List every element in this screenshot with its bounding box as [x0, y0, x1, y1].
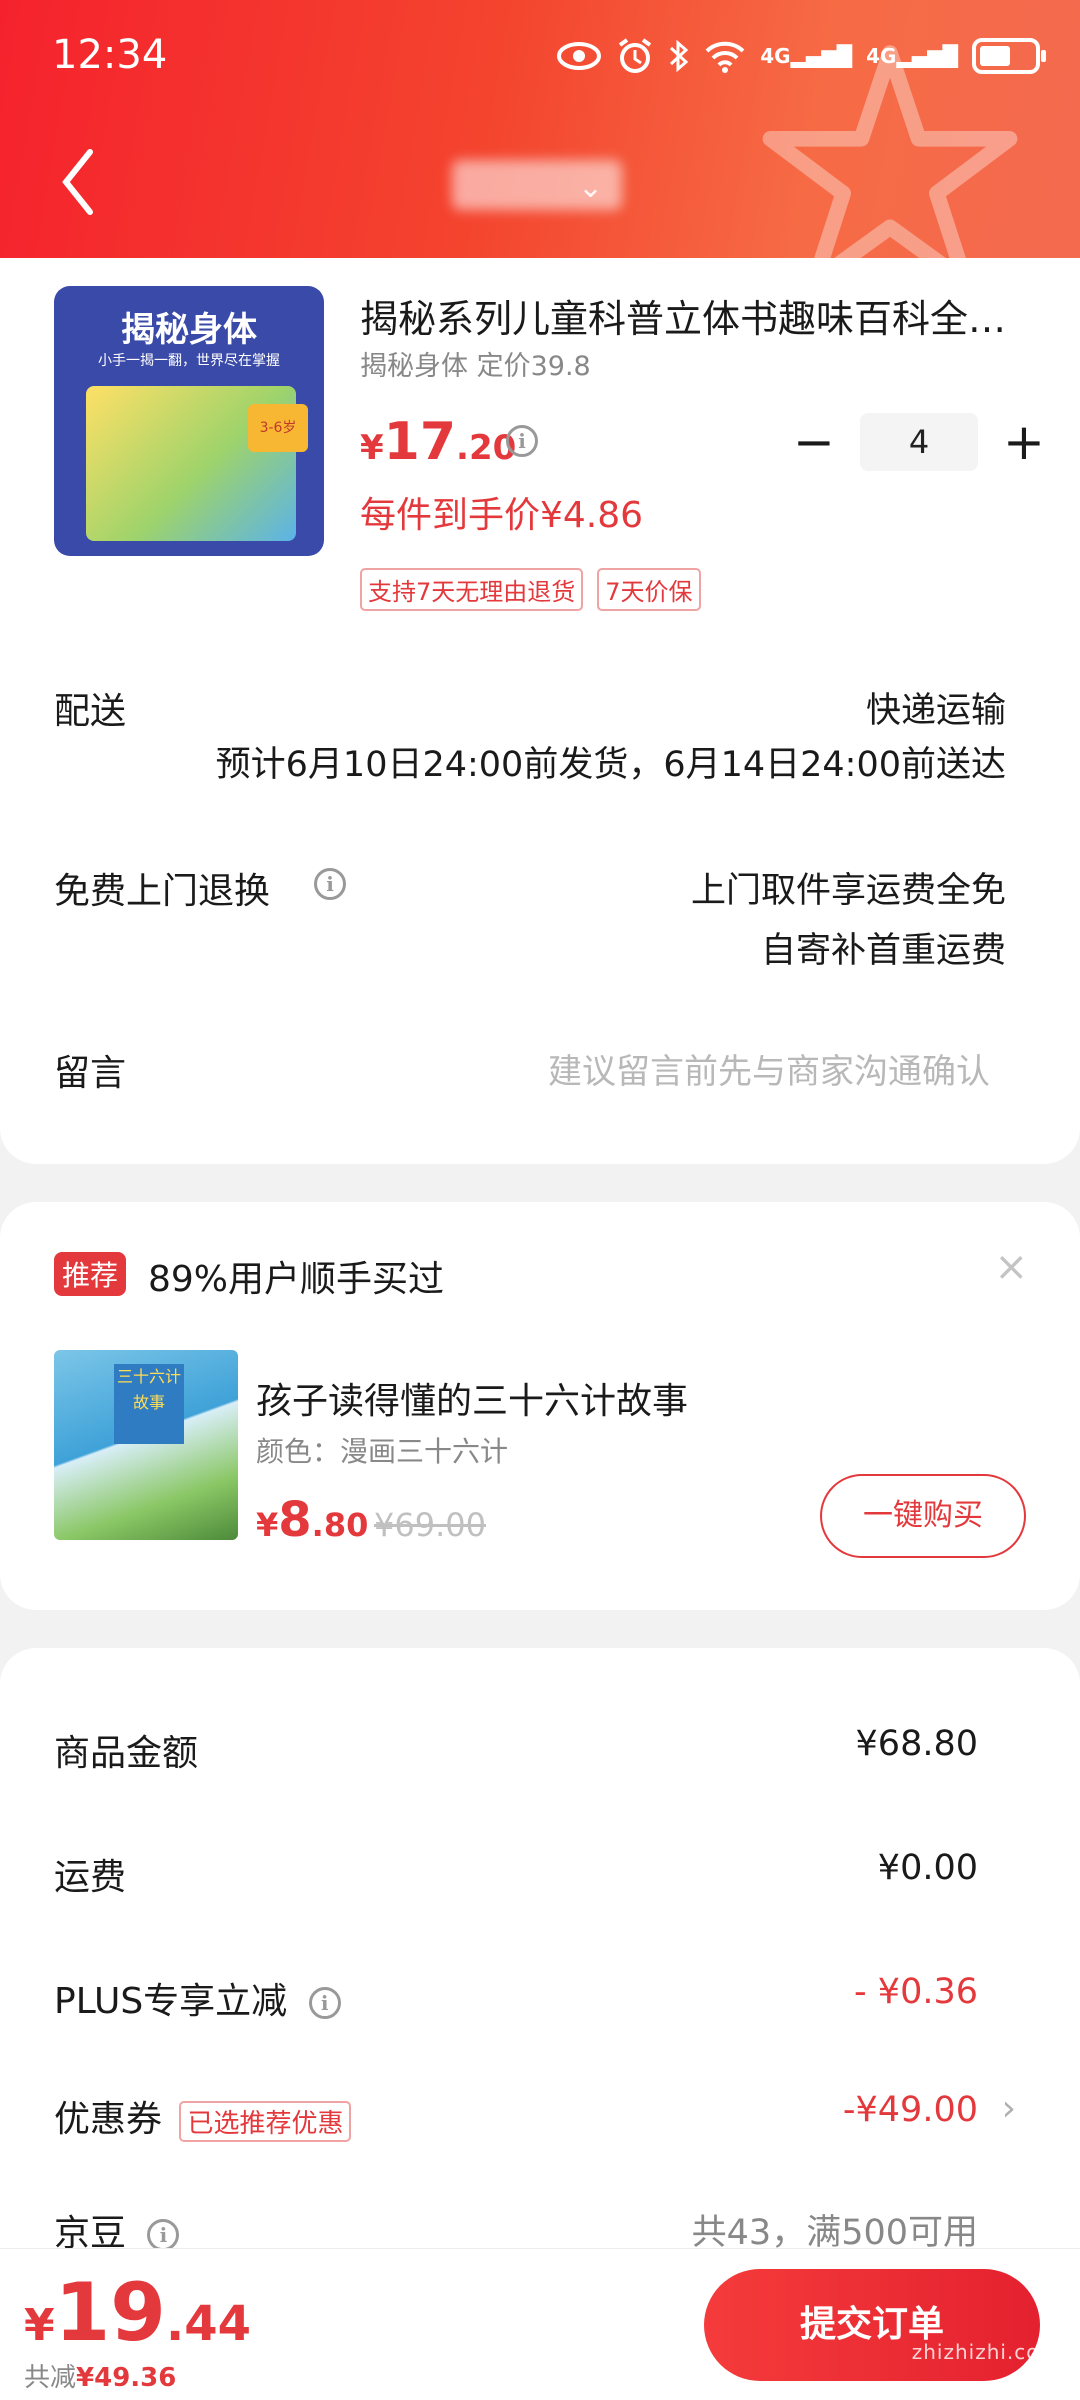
- order-item-card: 揭秘身体 小手一揭一翻，世界尽在掌握 3-6岁 揭秘系列儿童科普立体书趣味百科全…: [0, 258, 1080, 1164]
- product-spec: 揭秘身体 定价39.8: [360, 351, 591, 382]
- delivery-estimate: 预计6月10日24:00前发货，6月14日24:00前送达: [215, 745, 1006, 785]
- delivery-method[interactable]: 快递运输: [866, 682, 1006, 733]
- tag-no-reason-return: 支持7天无理由退货: [360, 568, 584, 611]
- info-icon[interactable]: i: [308, 1987, 341, 2019]
- watermark: zhizhizhi.com: [911, 2340, 1060, 2364]
- info-icon[interactable]: i: [147, 2219, 180, 2251]
- signal-4g-icon: 4G▂▄▆█: [760, 44, 853, 68]
- recommend-original-price: ¥69.00: [374, 1506, 486, 1544]
- product-image-age-badge: 3-6岁: [248, 404, 308, 452]
- return-service-label: 免费上门退换: [54, 871, 271, 912]
- recommend-item-title[interactable]: 孩子读得懂的三十六计故事: [256, 1372, 688, 1424]
- plus-discount-text: PLUS专享立减: [54, 1981, 288, 2022]
- price-decimal: .80: [311, 1506, 369, 1544]
- coupon-selected-tag: 已选推荐优惠: [179, 2100, 352, 2142]
- recommend-item-spec: 颜色：漫画三十六计: [256, 1435, 509, 1468]
- tag-price-protect: 7天价保: [597, 568, 701, 611]
- recommend-image-title: 三十六计故事: [114, 1364, 184, 1444]
- one-click-buy-button[interactable]: 一键购买: [820, 1474, 1026, 1558]
- order-summary-card: 商品金额 ¥68.80 运费 ¥0.00 PLUS专享立减 i - ¥0.36 …: [0, 1648, 1080, 2254]
- unit-price: 每件到手价¥4.86: [360, 495, 644, 536]
- total-saved: 共减¥49.36: [24, 2357, 176, 2394]
- shipping-fee-value: ¥0.00: [877, 1848, 978, 1888]
- goods-amount-label: 商品金额: [54, 1733, 199, 1774]
- quantity-stepper: − 4 +: [790, 413, 1048, 471]
- info-icon[interactable]: i: [506, 425, 538, 457]
- decrease-button[interactable]: −: [790, 413, 838, 471]
- recommend-text: 89%用户顺手买过: [148, 1259, 445, 1300]
- chevron-down-icon[interactable]: ⌄: [578, 170, 603, 205]
- delivery-label: 配送: [54, 691, 127, 732]
- recommend-item-price: ¥8.80: [256, 1492, 368, 1548]
- recommend-card: 推荐 89%用户顺手买过 × 三十六计故事 孩子读得懂的三十六计故事 颜色：漫画…: [0, 1202, 1080, 1610]
- price-currency: ¥: [24, 2300, 55, 2351]
- goods-amount-value: ¥68.80: [855, 1724, 978, 1764]
- signal-4g-icon: 4G▂▄▆█: [866, 44, 958, 68]
- eye-icon: [557, 42, 602, 70]
- coupon-text: 优惠券: [54, 2099, 163, 2140]
- plus-discount-label: PLUS专享立减 i: [54, 1972, 341, 2024]
- status-icons: 4G▂▄▆█ 4G▂▄▆█: [556, 34, 1046, 78]
- status-time: 12:34: [52, 32, 168, 78]
- price-integer: 17: [383, 412, 457, 472]
- message-input[interactable]: 建议留言前先与商家沟通确认: [548, 1044, 990, 1093]
- shipping-fee-label: 运费: [54, 1857, 127, 1898]
- network-type-label: 4G: [866, 44, 897, 68]
- info-icon[interactable]: i: [314, 868, 346, 900]
- plus-discount-value: - ¥0.36: [854, 1972, 978, 2012]
- product-image-subtitle: 小手一揭一翻，世界尽在掌握: [98, 353, 280, 369]
- increase-button[interactable]: +: [1000, 413, 1048, 471]
- alarm-icon: [619, 38, 652, 73]
- chevron-left-icon[interactable]: [52, 142, 108, 222]
- recommend-item-image[interactable]: 三十六计故事: [54, 1350, 238, 1540]
- wifi-icon: [705, 41, 745, 73]
- bluetooth-icon: [670, 39, 689, 73]
- product-image[interactable]: 揭秘身体 小手一揭一翻，世界尽在掌握 3-6岁: [54, 286, 324, 556]
- coupon-value[interactable]: -¥49.00: [843, 2090, 978, 2130]
- quantity-input[interactable]: 4: [860, 413, 978, 471]
- return-service-line1: 上门取件享运费全免: [690, 871, 1006, 911]
- total-price: ¥19.44: [24, 2273, 251, 2353]
- network-type-label: 4G: [760, 44, 791, 68]
- coupon-label[interactable]: 优惠券 已选推荐优惠: [54, 2090, 352, 2142]
- price-currency: ¥: [256, 1506, 279, 1544]
- submit-order-button[interactable]: 提交订单: [704, 2269, 1040, 2381]
- header: 12:34 4G▂▄▆█ 4G▂▄▆█ ⌄: [0, 0, 1080, 258]
- message-label: 留言: [54, 1053, 127, 1094]
- bottom-checkout-bar: ¥19.44 共减¥49.36 提交订单: [0, 2248, 1080, 2400]
- recommend-badge: 推荐: [54, 1252, 127, 1296]
- product-title[interactable]: 揭秘系列儿童科普立体书趣味百科全…: [360, 288, 1040, 343]
- saved-value: ¥49.36: [76, 2363, 177, 2393]
- status-bar: 12:34 4G▂▄▆█ 4G▂▄▆█: [0, 0, 1080, 116]
- close-icon[interactable]: ×: [994, 1244, 1028, 1290]
- return-service-line2: 自寄补首重运费: [760, 931, 1006, 971]
- product-price: ¥17.20: [360, 412, 516, 472]
- chevron-right-icon[interactable]: ›: [1002, 2088, 1016, 2129]
- service-tags: 支持7天无理由退货 7天价保: [360, 568, 701, 611]
- price-currency: ¥: [360, 428, 384, 468]
- price-decimal: .44: [165, 2296, 251, 2352]
- price-integer: 19: [54, 2266, 166, 2359]
- battery-icon: [972, 38, 1046, 74]
- price-integer: 8: [278, 1492, 312, 1548]
- product-image-title: 揭秘身体: [121, 310, 257, 350]
- saved-label: 共减: [24, 2363, 77, 2393]
